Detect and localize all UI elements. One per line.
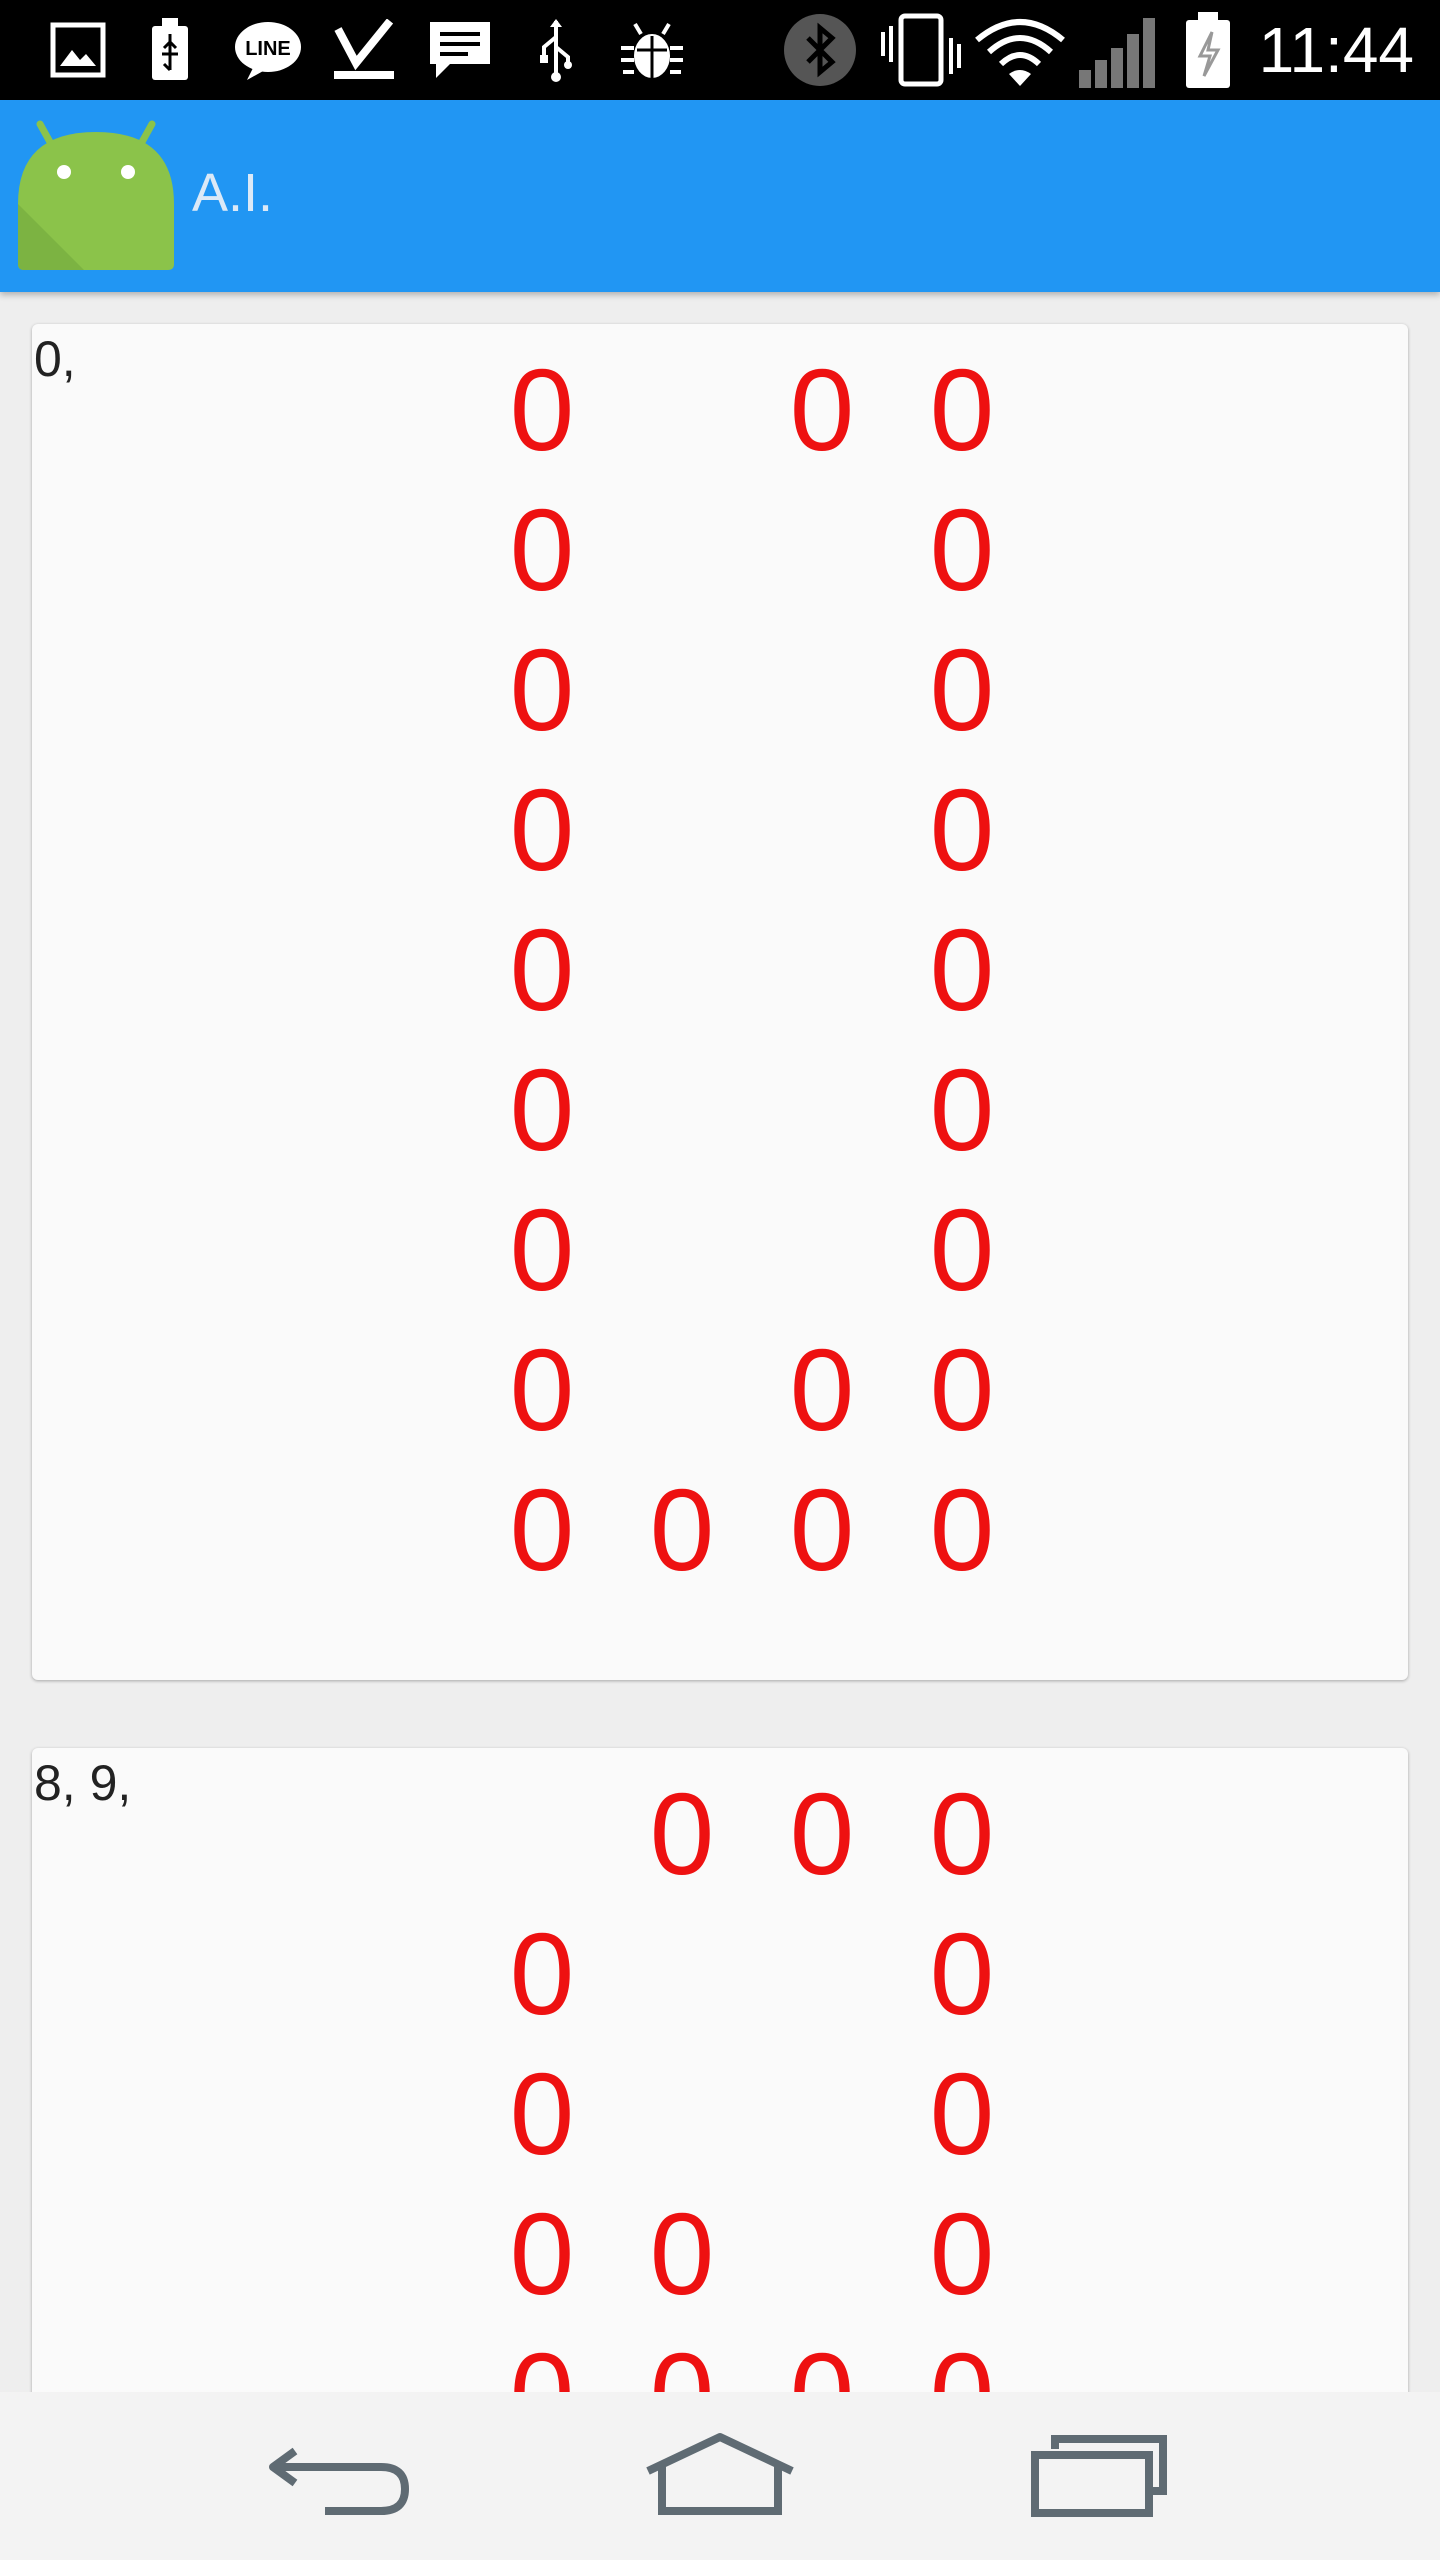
- digit-cell: 0: [649, 2189, 715, 2319]
- navigation-bar: [0, 2392, 1440, 2560]
- download-complete-icon: [328, 16, 400, 84]
- digit-cell: 0: [929, 1185, 995, 1315]
- empty-cell: [752, 900, 892, 1040]
- digit-cell: 0: [509, 2189, 575, 2319]
- empty-cell: [612, 1180, 752, 1320]
- digit-cell: 0: [649, 1465, 715, 1595]
- digit-cell: 0: [752, 2324, 892, 2392]
- digit-cell: 0: [789, 345, 855, 475]
- card-label: 8, 9,: [34, 1755, 132, 1811]
- result-card: 8, 9, 00000000000000: [32, 1748, 1408, 2392]
- digit-cell: 0: [929, 1909, 995, 2039]
- empty-cell: [612, 760, 752, 900]
- empty-cell: [752, 480, 892, 620]
- digit-cell: 0: [789, 1325, 855, 1455]
- bug-icon: [616, 16, 688, 84]
- empty-cell: [612, 900, 752, 1040]
- digit-cell: 0: [929, 2049, 995, 2179]
- battery-charging-icon: [1180, 12, 1236, 88]
- wifi-icon: [972, 16, 1068, 86]
- bluetooth-icon: [780, 14, 860, 86]
- back-button[interactable]: [240, 2416, 440, 2536]
- empty-cell: [752, 760, 892, 900]
- status-bar: LINE 11:44: [0, 0, 1440, 100]
- android-logo-icon[interactable]: [16, 114, 176, 274]
- digit-cell: 0: [929, 1325, 995, 1455]
- digit-cell: 0: [929, 1465, 995, 1595]
- digit-cell: 0: [789, 1769, 855, 1899]
- digit-cell: 0: [929, 625, 995, 755]
- empty-cell: [612, 340, 752, 480]
- digit-cell: 0: [509, 2049, 575, 2179]
- digit-cell: 0: [929, 1045, 995, 1175]
- usb-icon: [140, 16, 200, 84]
- message-icon: [424, 16, 496, 84]
- empty-cell: [612, 480, 752, 620]
- home-icon: [646, 2433, 794, 2515]
- digit-cell: 0: [509, 625, 575, 755]
- empty-cell: [612, 1320, 752, 1460]
- digit-grid: 00000000000000: [472, 1764, 1032, 2392]
- empty-cell: [612, 1904, 752, 2044]
- digit-grid: 0000000000000000000000: [472, 340, 1032, 1600]
- empty-cell: [752, 2044, 892, 2184]
- digit-cell: 0: [929, 1769, 995, 1899]
- digit-cell: 0: [509, 345, 575, 475]
- digit-cell: 0: [789, 1465, 855, 1595]
- digit-cell: 0: [612, 2324, 752, 2392]
- empty-cell: [752, 2184, 892, 2324]
- empty-cell: [612, 2044, 752, 2184]
- empty-cell: [612, 620, 752, 760]
- signal-icon: [1076, 16, 1162, 88]
- empty-cell: [752, 1904, 892, 2044]
- card-label: 0,: [34, 331, 76, 387]
- app-bar: A.I.: [0, 100, 1440, 292]
- recent-apps-icon: [1031, 2435, 1167, 2517]
- vibrate-icon: [878, 13, 964, 87]
- digit-cell: 0: [929, 905, 995, 1035]
- result-card: 0, 0000000000000000000000: [32, 324, 1408, 1680]
- svg-text:LINE: LINE: [245, 38, 291, 60]
- digit-cell: 0: [929, 765, 995, 895]
- digit-cell: 0: [892, 2324, 1032, 2392]
- app-title: A.I.: [192, 163, 274, 223]
- empty-cell: [612, 1040, 752, 1180]
- digit-cell: 0: [509, 765, 575, 895]
- usb-debug-icon: [530, 16, 582, 84]
- empty-cell: [752, 1180, 892, 1320]
- digit-cell: 0: [509, 1185, 575, 1315]
- digit-cell: 0: [649, 1769, 715, 1899]
- digit-cell: 0: [509, 1045, 575, 1175]
- digit-cell: 0: [509, 905, 575, 1035]
- digit-cell: 0: [509, 485, 575, 615]
- recent-apps-button[interactable]: [1002, 2416, 1202, 2536]
- digit-cell: 0: [509, 1325, 575, 1455]
- digit-cell: 0: [929, 2189, 995, 2319]
- digit-cell: 0: [472, 2324, 612, 2392]
- digit-cell: 0: [929, 485, 995, 615]
- digit-cell: 0: [509, 1909, 575, 2039]
- gallery-icon: [48, 16, 108, 84]
- empty-cell: [752, 1040, 892, 1180]
- back-icon: [269, 2447, 410, 2515]
- empty-cell: [472, 1764, 612, 1904]
- line-icon: LINE: [232, 16, 304, 84]
- digit-cell: 0: [509, 1465, 575, 1595]
- digit-cell: 0: [929, 345, 995, 475]
- status-clock: 11:44: [1258, 14, 1414, 86]
- home-button[interactable]: [620, 2416, 820, 2536]
- results-list[interactable]: 0, 0000000000000000000000 8, 9, 00000000…: [0, 292, 1440, 2392]
- empty-cell: [752, 620, 892, 760]
